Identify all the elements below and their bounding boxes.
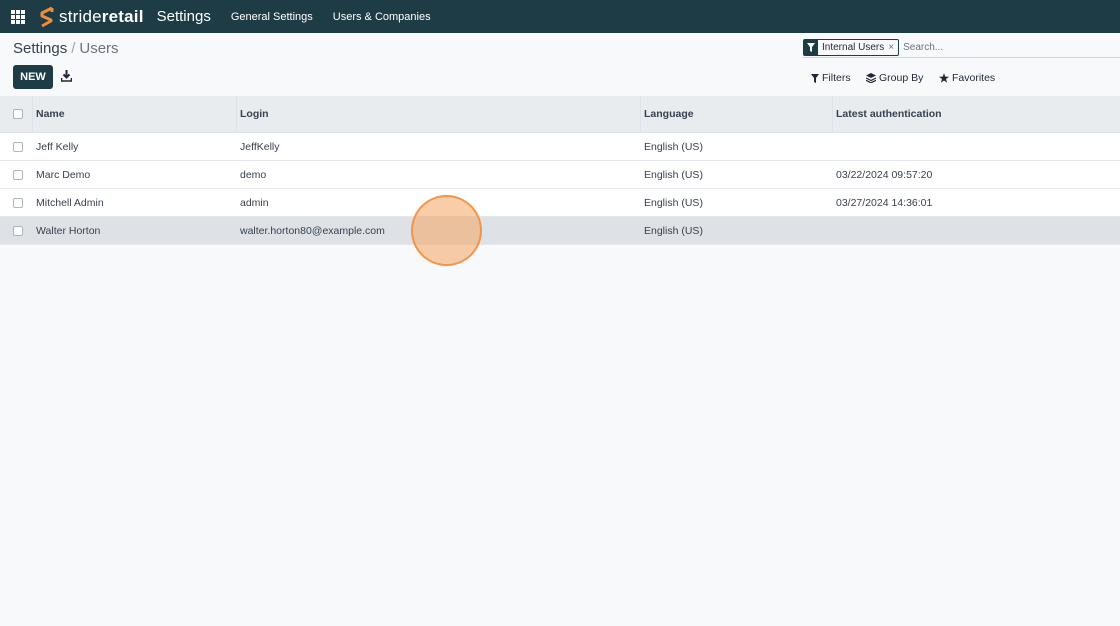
row-checkbox[interactable] xyxy=(13,141,23,152)
brand-name: strideretail xyxy=(59,6,144,26)
cell-name: Jeff Kelly xyxy=(36,140,79,153)
download-icon[interactable] xyxy=(61,70,72,82)
layers-icon xyxy=(866,73,876,83)
new-button[interactable]: NEW xyxy=(13,65,53,89)
search-input[interactable] xyxy=(903,42,1104,53)
cell-latest-authentication: 03/22/2024 09:57:20 xyxy=(836,168,933,181)
cell-name: Mitchell Admin xyxy=(36,196,104,209)
filters-button[interactable]: Filters xyxy=(811,72,851,84)
row-checkbox[interactable] xyxy=(13,225,23,236)
breadcrumb: Settings / Users xyxy=(13,40,119,57)
cell-login: admin xyxy=(240,196,269,209)
search-bar: Internal Users × xyxy=(803,38,1120,58)
table-row[interactable]: Marc Demo demo English (US) 03/22/2024 0… xyxy=(0,161,1120,189)
cell-name: Marc Demo xyxy=(36,168,91,181)
facet-remove-icon[interactable]: × xyxy=(888,40,898,55)
cell-latest-authentication: 03/27/2024 14:36:01 xyxy=(836,196,933,209)
favorites-button[interactable]: Favorites xyxy=(939,72,995,84)
cell-language: English (US) xyxy=(644,140,703,153)
group-by-label: Group By xyxy=(879,72,924,84)
menu-users-companies[interactable]: Users & Companies xyxy=(333,11,431,23)
table-row[interactable]: Mitchell Admin admin English (US) 03/27/… xyxy=(0,189,1120,217)
filters-label: Filters xyxy=(822,72,851,84)
search-facet: Internal Users × xyxy=(803,39,900,56)
select-all-checkbox[interactable] xyxy=(13,109,23,119)
top-navbar: strideretail Settings General Settings U… xyxy=(0,0,1120,33)
menu-general-settings[interactable]: General Settings xyxy=(231,11,313,23)
logo-mark-icon xyxy=(40,6,54,27)
column-header-language[interactable]: Language xyxy=(644,96,694,132)
cell-login: demo xyxy=(240,168,267,181)
table-header: Name Login Language Latest authenticatio… xyxy=(0,96,1120,133)
users-table: Name Login Language Latest authenticatio… xyxy=(0,96,1120,245)
row-checkbox-cell xyxy=(13,133,23,160)
column-header-latest-authentication[interactable]: Latest authentication xyxy=(836,96,942,132)
brand-logo[interactable]: strideretail xyxy=(37,6,144,28)
table-row[interactable]: Jeff Kelly JeffKelly English (US) xyxy=(0,133,1120,161)
group-by-button[interactable]: Group By xyxy=(866,72,923,84)
table-row[interactable]: Walter Horton walter.horton80@example.co… xyxy=(0,217,1120,245)
filter-icon xyxy=(804,40,818,55)
favorites-label: Favorites xyxy=(952,72,996,84)
row-checkbox-cell xyxy=(13,161,23,188)
star-icon xyxy=(939,73,949,83)
cell-language: English (US) xyxy=(644,224,703,237)
cell-login: walter.horton80@example.com xyxy=(240,224,385,237)
breadcrumb-current: Users xyxy=(79,40,119,57)
cell-name: Walter Horton xyxy=(36,224,101,237)
click-indicator xyxy=(411,195,482,266)
breadcrumb-separator: / xyxy=(71,40,76,57)
row-checkbox-cell xyxy=(13,189,23,216)
column-header-name[interactable]: Name xyxy=(36,96,65,132)
cell-language: English (US) xyxy=(644,168,703,181)
row-checkbox-cell xyxy=(13,217,23,244)
cell-language: English (US) xyxy=(644,196,703,209)
column-header-login[interactable]: Login xyxy=(240,96,269,132)
filter-icon xyxy=(811,73,819,83)
app-name[interactable]: Settings xyxy=(157,8,211,25)
row-checkbox[interactable] xyxy=(13,197,23,208)
apps-grid-icon[interactable] xyxy=(11,9,25,24)
cell-login: JeffKelly xyxy=(240,140,280,153)
breadcrumb-parent[interactable]: Settings xyxy=(13,40,67,57)
facet-label: Internal Users xyxy=(822,42,885,53)
select-all-checkbox-cell xyxy=(13,96,23,132)
row-checkbox[interactable] xyxy=(13,169,23,180)
